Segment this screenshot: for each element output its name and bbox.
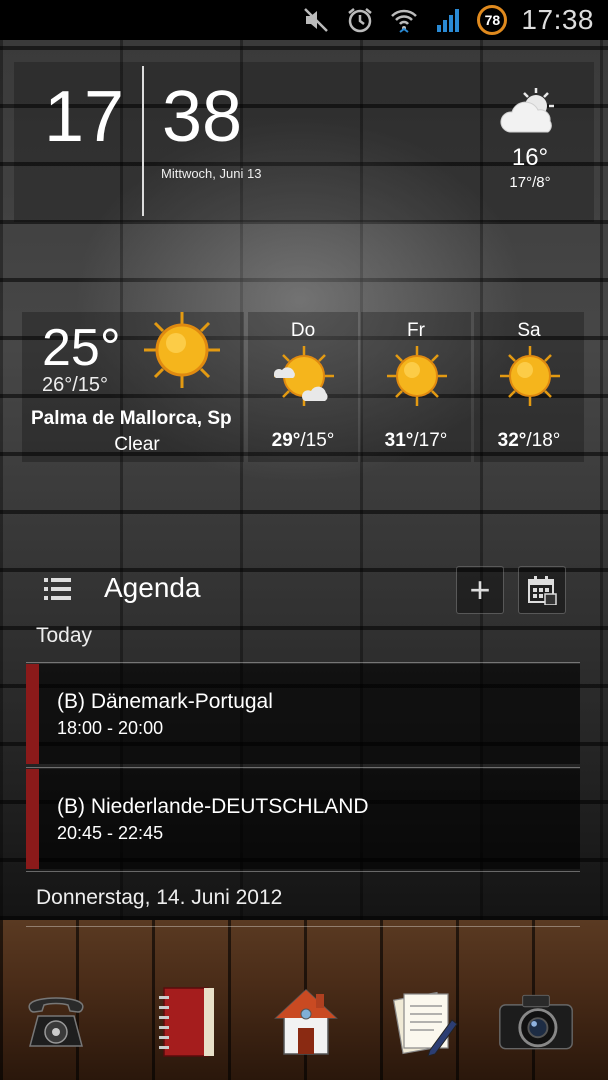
agenda-header: Agenda + <box>28 560 580 618</box>
clock-hour: 17 <box>44 77 125 157</box>
status-bar: 78 17:38 <box>0 0 608 40</box>
clock-current-temp: 16° <box>511 144 549 171</box>
contacts-book-icon[interactable] <box>146 982 226 1062</box>
event-time: 18:00 - 20:00 <box>57 718 164 738</box>
status-time: 17:38 <box>521 4 594 35</box>
agenda-event[interactable]: (B) Dänemark-Portugal 18:00 - 20:00 <box>26 664 580 764</box>
notes-icon[interactable] <box>386 982 466 1062</box>
forecast-temp: 29°/15° <box>271 430 335 451</box>
signal-icon <box>433 5 463 35</box>
agenda-day-label: Donnerstag, 14. Juni 2012 <box>36 886 283 909</box>
home-icon[interactable] <box>266 982 346 1062</box>
weather-city: Palma de Mallorca, Sp <box>31 408 232 429</box>
agenda-divider <box>26 767 580 768</box>
weather-temp: 25° <box>42 319 121 377</box>
clock-widget[interactable]: 17 38 Mittwoch, Juni 13 16° 17°/8° <box>14 62 594 222</box>
agenda-today-label: Today <box>36 624 93 647</box>
event-title: (B) Dänemark-Portugal <box>57 690 273 713</box>
agenda-divider <box>26 871 580 872</box>
forecast-temp: 32°/18° <box>497 430 561 451</box>
clock-date: Mittwoch, Juni 13 <box>161 166 262 181</box>
forecast-day-label: Sa <box>517 320 541 341</box>
partly-cloudy-icon <box>498 84 562 145</box>
forecast-day-fr[interactable]: Fr 31°/17° <box>361 312 471 462</box>
battery-indicator: 78 <box>477 5 508 35</box>
agenda-divider <box>26 926 580 927</box>
camera-icon[interactable] <box>496 982 576 1062</box>
phone-icon[interactable] <box>16 982 96 1062</box>
alarm-icon <box>345 5 375 35</box>
clock-divider <box>142 66 144 216</box>
clock-minute: 38 <box>162 77 243 157</box>
forecast-temp: 31°/17° <box>384 430 448 451</box>
sun-cloud-icon <box>272 344 336 413</box>
forecast-day-sa[interactable]: Sa 32°/18° <box>474 312 584 462</box>
agenda-divider <box>26 662 580 663</box>
calendar-icon[interactable] <box>518 566 566 614</box>
sun-icon <box>385 344 449 413</box>
mute-icon <box>301 5 331 35</box>
clock-temp-range: 17°/8° <box>509 174 551 191</box>
weather-condition: Clear <box>114 434 160 455</box>
wifi-icon <box>389 5 419 35</box>
agenda-event[interactable]: (B) Niederlande-DEUTSCHLAND 20:45 - 22:4… <box>26 769 580 869</box>
sun-icon <box>142 312 222 395</box>
forecast-day-label: Do <box>290 320 316 341</box>
sun-icon <box>498 344 562 413</box>
agenda-title: Agenda <box>104 572 201 603</box>
forecast-day-label: Fr <box>407 320 425 341</box>
forecast-day-do[interactable]: Do 29°/15° <box>248 312 358 462</box>
event-title: (B) Niederlande-DEUTSCHLAND <box>57 795 369 818</box>
weather-range: 26°/15° <box>42 374 109 396</box>
list-menu-icon[interactable] <box>44 576 72 607</box>
add-event-button[interactable]: + <box>456 566 504 614</box>
event-time: 20:45 - 22:45 <box>57 823 164 843</box>
weather-widget[interactable]: 25° 26°/15° Palma de Mallorca, Sp Clear <box>22 312 244 462</box>
app-dock <box>0 982 608 1062</box>
